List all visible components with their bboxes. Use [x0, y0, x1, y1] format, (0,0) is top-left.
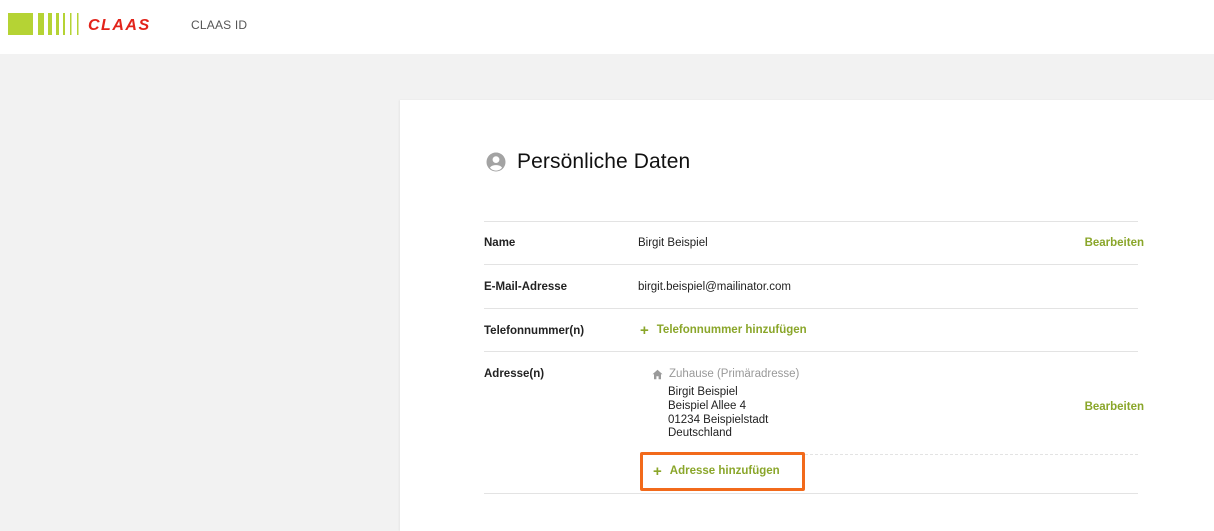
address-type: Zuhause (Primäradresse) [652, 368, 799, 380]
name-value: Birgit Beispiel [638, 237, 708, 249]
address-line: 01234 Beispielstadt [668, 413, 769, 426]
divider [484, 264, 1138, 265]
address-line: Deutschland [668, 427, 732, 440]
address-label: Adresse(n) [484, 368, 545, 380]
phone-label: Telefonnummer(n) [484, 325, 585, 337]
highlight-box [640, 452, 805, 491]
divider [484, 493, 1138, 494]
address-line: Birgit Beispiel [668, 386, 738, 398]
email-value: birgit.beispiel@mailinator.com [638, 281, 791, 293]
user-circle-icon [486, 152, 506, 172]
logo-wordmark: CLAAS [88, 17, 151, 34]
address-block: Birgit Beispiel Beispiel Allee 4 01234 B… [668, 386, 768, 441]
edit-address-button[interactable]: Bearbeiten [1085, 401, 1144, 413]
divider [484, 351, 1138, 352]
address-type-label: Zuhause (Primäradresse) [669, 368, 800, 380]
add-phone-button[interactable]: + Telefonnummer hinzufügen [640, 321, 807, 339]
home-icon [652, 369, 663, 379]
divider [484, 308, 1138, 309]
top-bar: CLAAS CLAAS ID [0, 0, 1214, 54]
add-phone-label: Telefonnummer hinzufügen [656, 324, 807, 336]
address-line: Beispiel Allee 4 [668, 399, 746, 412]
email-label: E-Mail-Adresse [484, 281, 568, 293]
divider [484, 221, 1138, 222]
app-name: CLAAS ID [191, 18, 248, 32]
edit-name-button[interactable]: Bearbeiten [1085, 237, 1144, 249]
page-heading: Persönliche Daten [486, 150, 690, 174]
claas-logo[interactable]: CLAAS [8, 13, 158, 35]
page-title: Persönliche Daten [517, 150, 691, 173]
name-label: Name [484, 237, 516, 249]
plus-icon: + [640, 321, 649, 339]
personal-data-card: Persönliche Daten Name Birgit Beispiel B… [400, 100, 1214, 531]
